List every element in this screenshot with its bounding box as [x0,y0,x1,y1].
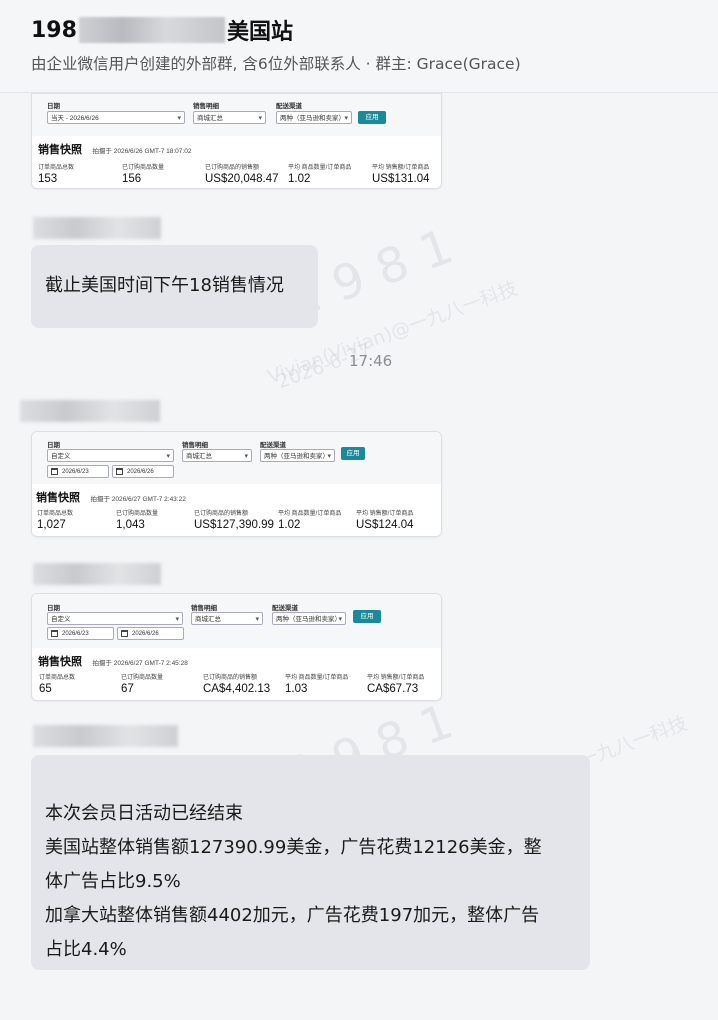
metric-avg-sales: 平均 销售额/订单商品 US$124.04 [356,511,414,531]
snapshot-time: 拍摄于 2026/6/27 GMT-7 2:43:22 [90,496,186,503]
date-select: 当天 - 2026/6/26 [47,111,185,125]
message-bubble[interactable]: 截止美国时间下午18销售情况 [31,245,318,328]
metric-sales: 已订购商品的销售额 US$127,390.99 [194,511,274,531]
date-from-field: 2026/6/23 [47,627,114,640]
snapshot-header: 销售快照 拍摄于 2026/6/26 GMT-7 18:07:02 [38,140,191,158]
metric-avg-sales: 平均 销售额/订单商品 CA$67.73 [367,675,425,695]
channel-select: 两种（亚马逊和卖家） [272,612,346,626]
date-to-field: 2026/6/26 [117,627,184,640]
message-line: 占比4.4% [45,939,127,960]
metric-units: 已订购商品数量 67 [121,675,164,695]
date-to-field: 2026/6/26 [112,465,174,478]
sender-name-redacted [33,563,161,585]
date-from-field: 2026/6/23 [47,465,109,478]
snapshot-title: 销售快照 [38,144,82,156]
metric-sales: 已订购商品的销售额 CA$4,402.13 [203,675,271,695]
sales-snapshot-image[interactable]: 日期 当天 - 2026/6/26 销售明细 商城汇总 配送渠道 两种（亚马逊和… [31,93,442,189]
metric-avg-units: 平均 商品数量/订单商品 1.02 [288,165,352,185]
detail-select: 商城汇总 [182,449,252,463]
date-label: 日期 [47,442,60,449]
group-title-prefix: 198 [31,17,77,43]
date-select: 自定义 [47,449,174,463]
channel-label: 配送渠道 [272,605,298,612]
group-title-redacted [78,17,225,43]
channel-select: 两种（亚马逊和卖家） [260,449,335,463]
detail-label: 销售明细 [193,103,219,110]
group-title-suffix: 美国站 [226,20,293,45]
detail-label: 销售明细 [182,442,208,449]
date-label: 日期 [47,605,60,612]
metric-order-count: 订单商品总数 153 [38,165,75,185]
detail-select: 商城汇总 [191,612,263,626]
channel-label: 配送渠道 [276,103,302,110]
channel-select: 两种（亚马逊和卖家） [276,111,352,125]
message-line: 本次会员日活动已经结束 [45,803,243,824]
message-line: 加拿大站整体销售额4402加元，广告花费197加元，整体广告 [45,905,540,926]
metric-avg-sales: 平均 销售额/订单商品 US$131.04 [372,165,430,185]
timestamp: 17:46 [349,352,393,370]
metric-units: 已订购商品数量 1,043 [116,511,159,531]
channel-label: 配送渠道 [260,442,286,449]
metric-units: 已订购商品数量 156 [122,165,165,185]
message-bubble[interactable]: 本次会员日活动已经结束 美国站整体销售额127390.99美金，广告花费1212… [31,755,590,970]
snapshot-time: 拍摄于 2026/6/26 GMT-7 18:07:02 [92,148,192,155]
message-list[interactable]: 1981 Vivian(Vivian)@一九八一科技 2026-6-27 198… [0,93,718,1020]
calendar-icon [51,468,58,475]
metric-order-count: 订单商品总数 65 [39,675,76,695]
chat-header: 198 美国站 由企业微信用户创建的外部群, 含6位外部联系人 · 群主: Gr… [0,0,718,93]
message-text: 本次会员日活动已经结束 美国站整体销售额127390.99美金，广告花费1212… [45,797,542,967]
date-select: 自定义 [47,612,183,626]
group-title[interactable]: 198 美国站 [31,14,293,46]
message-line: 体广告占比9.5% [45,871,181,892]
metric-avg-units: 平均 商品数量/订单商品 1.02 [278,511,342,531]
snapshot-header: 销售快照 拍摄于 2026/6/27 GMT-7 2:43:22 [36,488,186,506]
sales-snapshot-image[interactable]: 日期 自定义 2026/6/23 2026/6/26 销售明细 商城汇总 配送渠… [31,431,442,537]
date-label: 日期 [47,103,60,110]
calendar-icon [116,468,123,475]
metric-avg-units: 平均 商品数量/订单商品 1.03 [285,675,349,695]
message-line: 美国站整体销售额127390.99美金，广告花费12126美金，整 [45,837,542,858]
snapshot-title: 销售快照 [36,492,80,504]
sender-name-redacted [20,400,160,422]
apply-button: 应用 [353,610,381,623]
message-text: 截止美国时间下午18销售情况 [45,275,284,296]
sales-snapshot-image[interactable]: 日期 自定义 2026/6/23 2026/6/26 销售明细 商城汇总 配送渠… [31,593,442,701]
apply-button: 应用 [358,111,386,124]
detail-select: 商城汇总 [193,111,266,125]
group-subtitle: 由企业微信用户创建的外部群, 含6位外部联系人 · 群主: Grace(Grac… [31,55,521,73]
calendar-icon [51,630,58,637]
detail-label: 销售明细 [191,605,217,612]
sender-name-redacted [33,725,178,747]
metric-order-count: 订单商品总数 1,027 [37,511,74,531]
metric-sales: 已订购商品的销售额 US$20,048.47 [205,165,279,185]
calendar-icon [121,630,128,637]
snapshot-title: 销售快照 [38,656,82,668]
snapshot-header: 销售快照 拍摄于 2026/6/27 GMT-7 2:45:28 [38,652,188,670]
snapshot-time: 拍摄于 2026/6/27 GMT-7 2:45:28 [92,660,188,667]
sender-name-redacted [33,217,161,239]
apply-button: 应用 [341,447,365,460]
